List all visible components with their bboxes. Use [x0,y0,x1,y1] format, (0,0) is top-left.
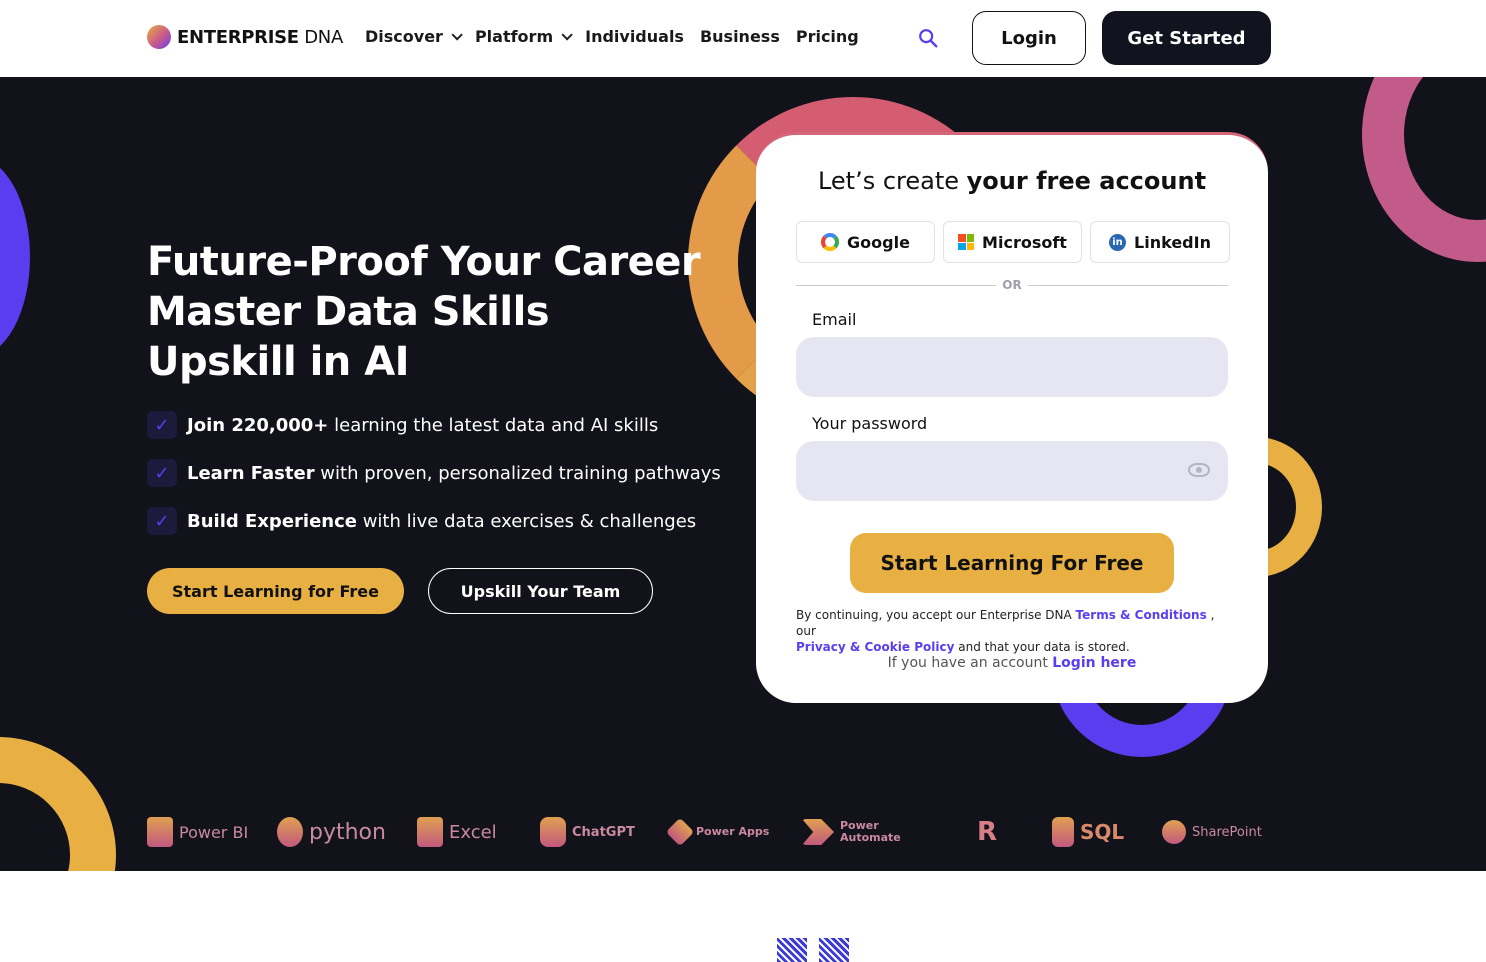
password-field[interactable] [796,441,1228,501]
top-nav: ENTERPRISE DNA Discover Platform Individ… [0,0,1486,77]
benefit-item: ✓ Build Experience with live data exerci… [147,507,721,535]
legal-notice: By continuing, you accept our Enterprise… [796,608,1215,654]
database-icon [1052,817,1074,847]
sql-logo: SQL [1052,817,1162,847]
password-label: Your password [812,414,928,433]
sharepoint-icon [1162,820,1186,844]
powerapps-icon [665,817,695,847]
privacy-link[interactable]: Privacy & Cookie Policy [796,640,954,654]
chatgpt-icon [540,817,566,847]
powerautomate-logo: Power Automate [802,819,922,845]
python-icon [277,817,303,847]
benefit-item: ✓ Learn Faster with proven, personalized… [147,459,721,487]
chevron-down-icon [451,28,463,41]
python-logo: python [277,817,417,847]
benefit-list: ✓ Join 220,000+ learning the latest data… [147,411,721,535]
nav-platform[interactable]: Platform [475,27,573,46]
benefit-item: ✓ Join 220,000+ learning the latest data… [147,411,721,439]
upskill-team-button[interactable]: Upskill Your Team [428,568,653,614]
google-signin-button[interactable]: Google [796,221,935,263]
powerautomate-icon [802,819,834,845]
microsoft-icon [958,234,975,250]
google-icon [821,233,840,251]
linkedin-icon: in [1109,233,1127,251]
excel-logo: Excel [417,817,540,847]
login-here-link[interactable]: Login here [1052,655,1136,671]
terms-link[interactable]: Terms & Conditions [1076,608,1207,622]
or-divider: OR [796,278,1229,292]
decorative-ring [1362,77,1486,262]
have-account-text: If you have an account Login here [887,655,1137,671]
hero-title-line: Future-Proof Your Career [147,239,701,285]
signup-title: Let’s create your free account [817,167,1207,195]
hero-title-line: Master Data Skills [147,289,550,335]
powerbi-logo: Power BI [147,817,277,847]
social-login-row: Google Microsoft in LinkedIn [796,221,1230,263]
search-icon[interactable] [917,27,939,49]
login-button[interactable]: Login [972,11,1086,65]
brand-logo[interactable]: ENTERPRISE DNA [147,25,343,49]
nav-business[interactable]: Business [700,27,780,46]
checkmark-icon: ✓ [147,411,177,439]
signup-card: Let’s create your free account Google Mi… [756,132,1268,703]
decorative-pattern [777,938,807,962]
hero-section: Future-Proof Your Career Master Data Ski… [0,77,1486,871]
decorative-ring [0,737,116,871]
email-field[interactable] [796,337,1228,397]
checkmark-icon: ✓ [147,507,177,535]
start-learning-submit-button[interactable]: Start Learning For Free [850,533,1174,593]
nav-links: Discover Platform Individuals Business P… [365,27,859,46]
hero-title: Future-Proof Your Career Master Data Ski… [147,237,701,387]
get-started-button[interactable]: Get Started [1102,11,1271,65]
brand-name: ENTERPRISE DNA [177,26,343,48]
nav-discover[interactable]: Discover [365,27,463,46]
nav-individuals[interactable]: Individuals [585,27,684,46]
hero-title-line: Upskill in AI [147,339,410,385]
brand-logo-icon [147,25,171,49]
r-logo: R [976,817,998,847]
checkmark-icon: ✓ [147,459,177,487]
chatgpt-logo: ChatGPT [540,817,670,847]
nav-pricing[interactable]: Pricing [796,27,859,46]
chevron-down-icon [561,28,573,41]
microsoft-signin-button[interactable]: Microsoft [943,221,1082,263]
powerapps-logo: Power Apps [665,817,802,847]
sharepoint-logo: SharePoint [1162,820,1272,844]
powerbi-icon [147,817,173,847]
linkedin-signin-button[interactable]: in LinkedIn [1090,221,1230,263]
eye-icon[interactable] [1188,463,1210,477]
bottom-illustration [777,938,849,962]
decorative-pattern [819,938,849,962]
decorative-shape [0,157,30,357]
tool-logo-strip: Power BI python Excel ChatGPT Power Apps… [147,815,1307,849]
start-learning-button[interactable]: Start Learning for Free [147,568,404,614]
excel-icon [417,817,443,847]
email-label: Email [812,310,857,329]
